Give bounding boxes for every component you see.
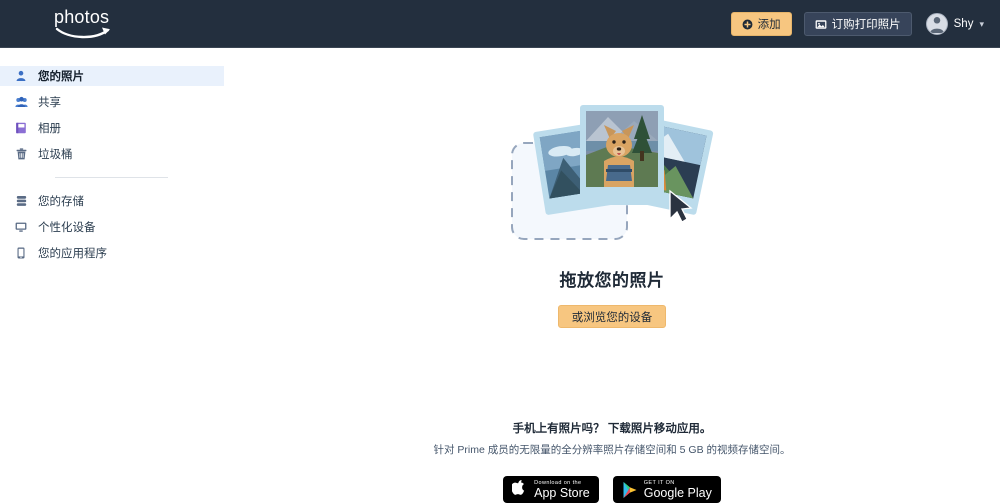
user-menu[interactable]: Shy ▾ — [925, 13, 984, 35]
sidebar-label: 您的照片 — [38, 71, 84, 83]
storage-icon — [14, 194, 28, 208]
user-avatar-icon — [925, 13, 948, 35]
logo-text: photos — [54, 7, 110, 27]
app-store-main: App Store — [534, 485, 590, 500]
sidebar-item-trash[interactable]: 垃圾桶 — [0, 144, 224, 164]
app-store-badge[interactable]: Download on the App Store — [503, 476, 599, 503]
sidebar-divider — [55, 177, 168, 178]
sidebar-label: 相册 — [38, 123, 61, 135]
google-play-icon — [623, 481, 637, 498]
header-actions: 添加 订购打印照片 Shy ▾ — [730, 0, 984, 48]
trash-icon — [14, 147, 28, 161]
browse-device-button[interactable]: 或浏览您的设备 — [557, 305, 667, 328]
sidebar-item-your-apps[interactable]: 您的应用程序 — [0, 243, 224, 263]
google-play-main: Google Play — [643, 485, 712, 500]
user-name: Shy — [953, 18, 974, 30]
promo-subtitle: 针对 Prime 成员的无限量的全分辨率照片存储空间和 5 GB 的视频存储空间… — [433, 444, 791, 456]
photos-drag-drop-illustration — [492, 95, 732, 250]
photo-print-icon — [815, 19, 827, 29]
app-header: photos 添加 订购打印照片 Shy ▾ — [0, 0, 1000, 48]
sidebar-label: 个性化设备 — [38, 222, 96, 234]
sidebar-item-your-photos[interactable]: 您的照片 — [0, 66, 224, 86]
sidebar-label: 共享 — [38, 97, 61, 109]
page-title: 拖放您的照片 — [559, 271, 665, 290]
google-play-text: GET IT ON Google Play — [644, 480, 712, 500]
sidebar-item-shared[interactable]: 共享 — [0, 92, 224, 112]
add-button[interactable]: 添加 — [730, 12, 792, 36]
app-store-text: Download on the App Store — [534, 480, 590, 500]
mobile-app-promo: 手机上有照片吗？ 下载照片移动应用。 针对 Prime 成员的无限量的全分辨率照… — [224, 420, 1000, 503]
apple-icon — [512, 480, 525, 495]
sidebar-item-storage[interactable]: 您的存储 — [0, 191, 224, 211]
sidebar: 您的照片 共享 相册 垃圾桶 您的存储 个性化设备 您的应用程序 — [0, 49, 224, 502]
mobile-phone-icon — [14, 246, 28, 260]
person-photo-icon — [14, 69, 28, 83]
amazon-smile-icon — [55, 27, 110, 39]
sidebar-label: 您的应用程序 — [38, 248, 107, 260]
monitor-icon — [14, 220, 28, 234]
sidebar-item-albums[interactable]: 相册 — [0, 118, 224, 138]
order-prints-button[interactable]: 订购打印照片 — [803, 12, 912, 36]
empty-state: 拖放您的照片 或浏览您的设备 — [224, 49, 1000, 328]
sidebar-item-devices[interactable]: 个性化设备 — [0, 217, 224, 237]
order-prints-label: 订购打印照片 — [831, 19, 901, 31]
sidebar-label: 垃圾桶 — [38, 149, 73, 161]
promo-title: 手机上有照片吗？ 下载照片移动应用。 — [512, 423, 712, 435]
google-play-badge[interactable]: GET IT ON Google Play — [612, 476, 721, 503]
main-content: 拖放您的照片 或浏览您的设备 手机上有照片吗？ 下载照片移动应用。 针对 Pri… — [224, 49, 1000, 503]
photos-logo[interactable]: photos — [54, 7, 116, 41]
chevron-down-icon: ▾ — [979, 18, 984, 29]
add-button-label: 添加 — [757, 19, 781, 31]
app-badges: Download on the App Store GET IT ON Goog… — [503, 476, 721, 503]
plus-circle-icon — [742, 19, 753, 29]
people-shared-icon — [14, 95, 28, 109]
sidebar-label: 您的存储 — [38, 196, 84, 208]
album-book-icon — [14, 121, 28, 135]
